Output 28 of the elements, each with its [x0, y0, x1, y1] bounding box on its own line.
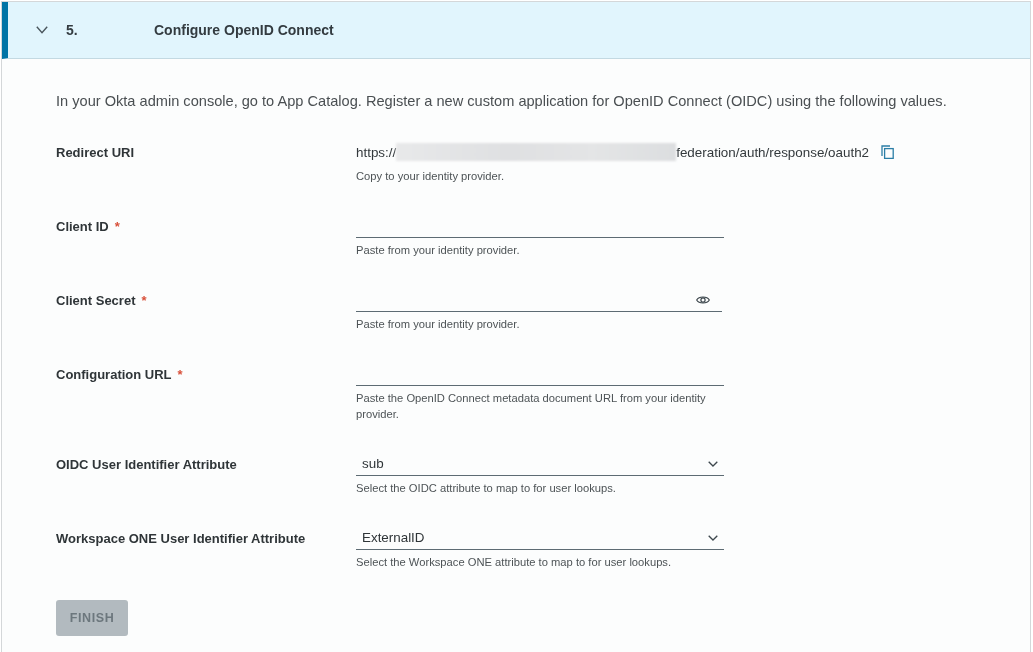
field-hint: Copy to your identity provider. [356, 169, 505, 184]
chevron-down-icon [708, 534, 718, 541]
required-mark: * [177, 366, 183, 382]
eye-icon[interactable] [696, 294, 710, 305]
field-label: Client Secret [56, 292, 136, 308]
field-hint: Paste from your identity provider. [356, 317, 521, 332]
field-label: Client ID [56, 218, 109, 234]
field-hint: Paste the OpenID Connect metadata document URL from your identity provider. [356, 391, 707, 422]
field-hint: Select the Workspace ONE attribute to map to for user lookups. [356, 555, 673, 570]
select-dropdown[interactable]: ExternalID [356, 526, 724, 550]
chevron-down-icon [708, 460, 718, 467]
field-label: Workspace ONE User Identifier Attribute [56, 530, 306, 546]
required-mark: * [141, 292, 147, 308]
redirect-uri-end: federation/auth/response/oauth2 [676, 144, 870, 160]
field-hint: Select the OIDC attribute to map to for user lookups. [356, 481, 617, 496]
redirect-uri-start: https:// [356, 144, 397, 160]
field-hint: Paste from your identity provider. [356, 243, 521, 258]
intro-text: In your Okta admin console, go to App Catalog. Register a new custom application for OpenID Connect (OIDC) using the following values. [56, 92, 948, 111]
field-label: Redirect URI [56, 144, 135, 160]
select-dropdown[interactable]: sub [356, 452, 724, 476]
chevron-down-icon[interactable] [36, 26, 48, 34]
step-number: 5. [66, 22, 79, 38]
required-mark: * [114, 218, 120, 234]
field-label: OIDC User Identifier Attribute [56, 456, 237, 472]
copy-icon[interactable] [881, 145, 895, 159]
field-label: Configuration URL [56, 366, 172, 382]
section-title: Configure OpenID Connect [154, 22, 334, 38]
section-header[interactable]: 5. Configure OpenID Connect [2, 2, 1030, 59]
